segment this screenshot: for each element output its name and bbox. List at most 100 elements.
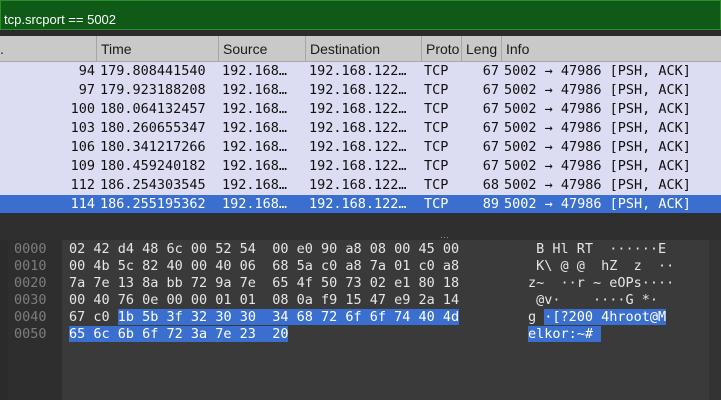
packet-length: 67 xyxy=(482,101,499,117)
packet-source: 192.168… xyxy=(222,101,288,117)
packet-no: 94 xyxy=(78,63,95,79)
packet-no: 97 xyxy=(78,82,95,98)
display-filter-bar[interactable]: tcp.srcport == 5002 xyxy=(0,0,721,30)
packet-time: 180.459240182 xyxy=(100,158,206,174)
packet-info: 5002 → 47986 [PSH, ACK] xyxy=(504,101,691,117)
packet-list-header: . Time Source Destination Proto Leng Inf… xyxy=(0,36,721,62)
packet-length: 67 xyxy=(482,63,499,79)
byte-offset: 0020 xyxy=(14,275,47,291)
packet-protocol: TCP xyxy=(424,101,449,117)
packet-info: 5002 → 47986 [PSH, ACK] xyxy=(504,196,691,212)
packet-time: 180.260655347 xyxy=(100,120,206,136)
packet-source: 192.168… xyxy=(222,196,288,212)
packet-length: 67 xyxy=(482,139,499,155)
byte-offset: 0030 xyxy=(14,292,47,308)
packet-list[interactable]: 94 179.808441540 192.168… 192.168.122… T… xyxy=(0,62,721,213)
packet-info: 5002 → 47986 [PSH, ACK] xyxy=(504,158,691,174)
packet-protocol: TCP xyxy=(424,177,449,193)
hex-text-highlighted: 65 6c 6b 6f 72 3a 7e 23 20 xyxy=(69,326,289,342)
packet-info: 5002 → 47986 [PSH, ACK] xyxy=(504,120,691,136)
packet-info: 5002 → 47986 [PSH, ACK] xyxy=(504,82,691,98)
packet-no: 100 xyxy=(70,101,95,117)
packet-no: 103 xyxy=(70,120,95,136)
packet-row[interactable]: 109 180.459240182 192.168… 192.168.122… … xyxy=(0,157,721,176)
packet-row[interactable]: 103 180.260655347 192.168… 192.168.122… … xyxy=(0,119,721,138)
packet-source: 192.168… xyxy=(222,158,288,174)
packet-protocol: TCP xyxy=(424,139,449,155)
bytes-scrollbar[interactable] xyxy=(709,240,721,400)
display-filter-input[interactable]: tcp.srcport == 5002 xyxy=(4,12,116,28)
ascii-text: B Hl RT ······E xyxy=(528,241,675,257)
hex-text-highlighted: 1b 5b 3f 32 30 30 34 68 72 6f 6f 74 40 4… xyxy=(117,309,460,325)
packet-row[interactable]: 106 180.341217266 192.168… 192.168.122… … xyxy=(0,138,721,157)
hex-bytes[interactable]: 7a 7e 13 8a bb 72 9a 7e 65 4f 50 73 02 e… xyxy=(69,275,459,292)
hex-text: 67 c0 xyxy=(69,309,118,325)
packet-destination: 192.168.122… xyxy=(309,139,407,155)
hex-text: 02 42 d4 48 6c 00 52 54 00 e0 90 a8 08 0… xyxy=(69,241,460,257)
packet-length: 67 xyxy=(482,120,499,136)
packet-protocol: TCP xyxy=(424,82,449,98)
column-header-time[interactable]: Time xyxy=(96,36,218,62)
packet-source: 192.168… xyxy=(222,120,288,136)
hex-bytes[interactable]: 67 c0 1b 5b 3f 32 30 30 34 68 72 6f 6f 7… xyxy=(69,309,460,326)
packet-bytes-pane[interactable]: 0000 02 42 d4 48 6c 00 52 54 00 e0 90 a8… xyxy=(8,240,721,400)
hex-text: 7a 7e 13 8a bb 72 9a 7e 65 4f 50 73 02 e… xyxy=(69,275,460,291)
ascii-bytes[interactable]: elkor:~# xyxy=(528,326,602,343)
hex-bytes[interactable]: 00 40 76 0e 00 00 01 01 08 0a f9 15 47 e… xyxy=(69,292,459,309)
ascii-bytes[interactable]: K\ @ @ hZ z ·· xyxy=(528,258,674,275)
byte-offset: 0050 xyxy=(14,326,47,342)
packet-row[interactable]: 97 179.923188208 192.168… 192.168.122… T… xyxy=(0,81,721,100)
ascii-bytes[interactable]: z~ ··r ~ eOPs···· xyxy=(528,275,674,292)
column-header-protocol[interactable]: Proto xyxy=(421,36,461,62)
packet-source: 192.168… xyxy=(222,82,288,98)
packet-destination: 192.168.122… xyxy=(309,82,407,98)
packet-no: 109 xyxy=(70,158,95,174)
byte-offset: 0010 xyxy=(14,258,47,274)
packet-destination: 192.168.122… xyxy=(309,196,407,212)
packet-destination: 192.168.122… xyxy=(309,120,407,136)
hex-bytes[interactable]: 00 4b 5c 82 40 00 40 06 68 5a c0 a8 7a 0… xyxy=(69,258,459,275)
packet-info: 5002 → 47986 [PSH, ACK] xyxy=(504,177,691,193)
ascii-text: z~ ··r ~ eOPs···· xyxy=(528,275,675,291)
packet-info: 5002 → 47986 [PSH, ACK] xyxy=(504,63,691,79)
column-header-no[interactable]: . xyxy=(0,36,95,62)
packet-source: 192.168… xyxy=(222,177,288,193)
ascii-text-highlighted: ·[?200 4hroot@M xyxy=(544,309,667,325)
hex-text: 00 40 76 0e 00 00 01 01 08 0a f9 15 47 e… xyxy=(69,292,460,308)
packet-protocol: TCP xyxy=(424,158,449,174)
ascii-bytes[interactable]: g ·[?200 4hroot@M xyxy=(528,309,667,326)
packet-time: 179.923188208 xyxy=(100,82,206,98)
column-header-length[interactable]: Leng xyxy=(461,36,501,62)
hex-bytes[interactable]: 02 42 d4 48 6c 00 52 54 00 e0 90 a8 08 0… xyxy=(69,241,459,258)
packet-row[interactable]: 94 179.808441540 192.168… 192.168.122… T… xyxy=(0,62,721,81)
ascii-bytes[interactable]: B Hl RT ······E xyxy=(528,241,674,258)
packet-destination: 192.168.122… xyxy=(309,63,407,79)
packet-length: 68 xyxy=(482,177,499,193)
column-header-destination[interactable]: Destination xyxy=(305,36,421,62)
packet-protocol: TCP xyxy=(424,63,449,79)
column-header-info[interactable]: Info xyxy=(501,36,721,62)
packet-protocol: TCP xyxy=(424,120,449,136)
packet-no: 106 xyxy=(70,139,95,155)
hex-bytes[interactable]: 65 6c 6b 6f 72 3a 7e 23 20 xyxy=(69,326,289,343)
ascii-text: K\ @ @ hZ z ·· xyxy=(528,258,675,274)
packet-source: 192.168… xyxy=(222,63,288,79)
ascii-text: g xyxy=(528,309,545,325)
packet-row[interactable]: 112 186.254303545 192.168… 192.168.122… … xyxy=(0,176,721,195)
column-header-source[interactable]: Source xyxy=(218,36,305,62)
packet-length: 67 xyxy=(482,158,499,174)
ascii-text: @v· ····G *· xyxy=(528,292,659,308)
packet-destination: 192.168.122… xyxy=(309,177,407,193)
packet-row[interactable]: 100 180.064132457 192.168… 192.168.122… … xyxy=(0,100,721,119)
packet-destination: 192.168.122… xyxy=(309,158,407,174)
packet-source: 192.168… xyxy=(222,139,288,155)
packet-time: 180.341217266 xyxy=(100,139,206,155)
packet-row-selected[interactable]: 114 186.255195362 192.168… 192.168.122… … xyxy=(0,195,721,213)
packet-info: 5002 → 47986 [PSH, ACK] xyxy=(504,139,691,155)
ascii-text-highlighted: elkor:~# xyxy=(528,326,602,342)
pane-splitter[interactable] xyxy=(0,213,721,240)
hex-text: 00 4b 5c 82 40 00 40 06 68 5a c0 a8 7a 0… xyxy=(69,258,460,274)
ascii-bytes[interactable]: @v· ····G *· xyxy=(528,292,658,309)
packet-no: 114 xyxy=(70,196,95,212)
packet-time: 180.064132457 xyxy=(100,101,206,117)
